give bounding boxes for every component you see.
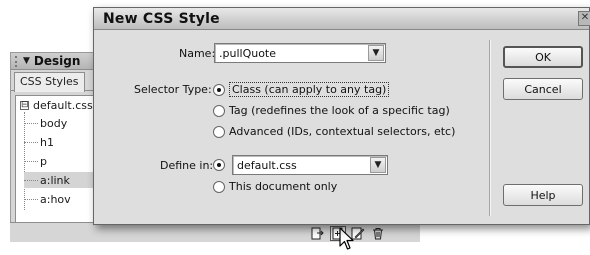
define-in-value: default.css [237,159,297,172]
attach-style-sheet-icon[interactable] [310,226,326,241]
tree-item-a-link[interactable]: a:link [24,172,100,188]
delete-icon[interactable] [370,226,386,241]
tree-item-label: a:link [40,173,70,187]
tree-item-label: p [40,154,47,168]
new-css-style-dialog: New CSS Style ✕ Name: .pullQuote ▼ Selec… [93,7,590,225]
tree-item-label: body [40,116,68,130]
radio-label: This document only [229,180,338,193]
panel-title: Design [33,54,81,68]
radio-button[interactable] [213,180,225,193]
tree-item-h1[interactable]: h1 [24,134,100,150]
tree-root-label: default.css [33,99,93,112]
radio-label: Tag (redefines the look of a specific ta… [229,104,450,117]
selector-type-label: Selector Type: [134,83,212,96]
define-in-document-radio[interactable]: This document only [213,180,337,193]
tree-item-label: a:hov [40,192,71,206]
define-in-stylesheet-radio[interactable] [213,159,225,171]
collapse-icon[interactable]: ⊟ [20,101,29,110]
radio-label: Class (can apply to any tag) [229,82,390,97]
define-in-label: Define in: [160,159,214,172]
define-in-combobox[interactable]: default.css ▼ [232,155,388,175]
name-combobox[interactable]: .pullQuote ▼ [214,43,386,63]
selector-advanced-radio[interactable]: Advanced (IDs, contextual selectors, etc… [213,125,455,138]
name-value: .pullQuote [219,47,277,60]
radio-button[interactable] [213,83,225,96]
radio-button[interactable] [213,125,225,138]
css-rules-tree[interactable]: ⊟ default.css body h1 p a:link a:hov [15,95,101,233]
help-button[interactable]: Help [503,184,583,206]
collapse-arrow-icon[interactable]: ▼ [23,56,30,66]
radio-label: Advanced (IDs, contextual selectors, etc… [229,125,456,138]
tree-root[interactable]: ⊟ default.css [20,99,93,112]
panel-footer-toolbar [10,222,420,242]
dialog-title: New CSS Style [103,10,220,27]
tree-item-body[interactable]: body [24,115,100,131]
tree-item-p[interactable]: p [24,153,100,169]
radio-button[interactable] [213,159,225,171]
tree-item-a-hover[interactable]: a:hov [24,191,100,207]
name-label: Name: [179,47,216,60]
dialog-divider [489,40,491,216]
mouse-pointer-icon [339,227,354,250]
grip-handle[interactable] [15,55,19,67]
tab-css-styles[interactable]: CSS Styles [14,72,85,92]
selector-tag-radio[interactable]: Tag (redefines the look of a specific ta… [213,104,450,117]
chevron-down-icon[interactable]: ▼ [368,45,384,61]
chevron-down-icon[interactable]: ▼ [370,157,386,173]
cancel-button[interactable]: Cancel [503,78,583,100]
selector-class-radio[interactable]: Class (can apply to any tag) [213,82,390,97]
radio-button[interactable] [213,104,225,117]
ok-button[interactable]: OK [503,46,583,68]
dialog-titlebar[interactable]: New CSS Style ✕ [94,8,590,30]
tree-item-label: h1 [40,135,54,149]
close-icon[interactable]: ✕ [578,11,590,26]
